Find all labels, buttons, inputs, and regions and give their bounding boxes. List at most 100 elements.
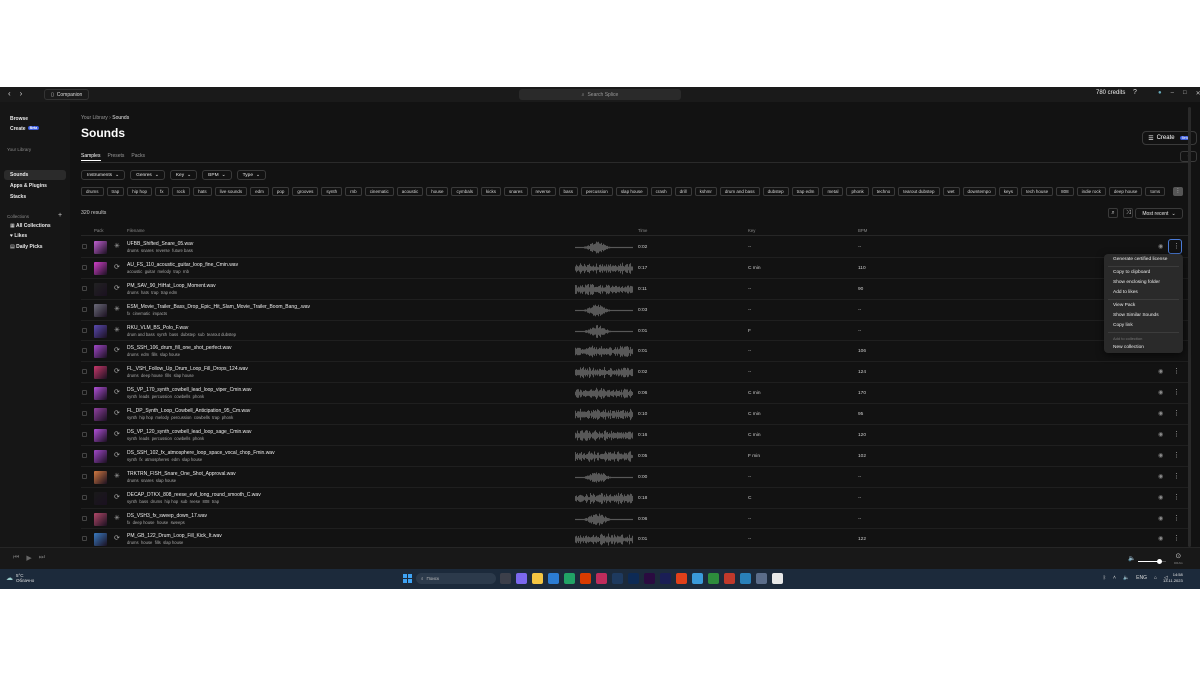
pack-artwork[interactable]	[94, 303, 107, 317]
sound-tag[interactable]: drums	[127, 352, 139, 357]
tag-chip[interactable]: snares	[504, 187, 528, 196]
sound-tag[interactable]: house	[157, 520, 168, 525]
app-icon[interactable]	[708, 573, 719, 584]
tag-chip[interactable]: trap	[106, 187, 125, 196]
tag-chip[interactable]: keys	[998, 187, 1019, 196]
tag-chip[interactable]: techno	[871, 187, 896, 196]
row-checkbox[interactable]	[82, 452, 87, 458]
waveform[interactable]	[575, 450, 633, 463]
sound-tag[interactable]: fx	[127, 520, 130, 525]
taskbar-search[interactable]: ⌕ Поиск	[416, 573, 496, 584]
sound-filename[interactable]: DS_VP_170_synth_cowbell_lead_loop_viper_…	[127, 387, 252, 393]
tab-presets[interactable]: Presets	[107, 153, 124, 159]
pack-artwork[interactable]	[94, 491, 107, 505]
sound-tag[interactable]: melody	[158, 269, 172, 274]
sound-filename[interactable]: DECAP_DTKX_808_reese_evil_long_round_smo…	[127, 492, 261, 498]
sound-tag[interactable]: snares	[141, 478, 154, 483]
table-row[interactable]: ✳ TRKTRN_FISH_Snare_One_Shot_Approval.wav…	[81, 467, 1189, 488]
clock[interactable]: 14:58 13.11.2023	[1163, 572, 1183, 584]
chevron-up-icon[interactable]: ˄	[1113, 575, 1116, 581]
table-row[interactable]: ⟳ DS_VP_170_synth_cowbell_lead_loop_viper…	[81, 383, 1189, 405]
more-options-icon[interactable]: ⋮	[1173, 494, 1180, 501]
add-collection-icon[interactable]: +	[58, 212, 62, 219]
sound-tag[interactable]: hip hop	[165, 499, 179, 504]
tag-chip[interactable]: acoustic	[396, 187, 424, 196]
forward-arrow-icon[interactable]: ›	[20, 90, 23, 98]
sound-filename[interactable]: UFBB_Shifted_Snare_05.wav	[127, 241, 193, 247]
sound-tag[interactable]: trap	[151, 290, 158, 295]
tag-chip[interactable]: drums	[81, 187, 104, 196]
sound-tag[interactable]: leads	[139, 394, 149, 399]
shuffle-icon[interactable]: ⤨	[1123, 208, 1133, 218]
sound-tag[interactable]: drums	[127, 540, 139, 545]
tag-chip[interactable]: tech house	[1021, 187, 1054, 196]
sound-tag[interactable]: slap house	[156, 478, 176, 483]
verified-icon[interactable]: ◉	[1158, 432, 1163, 438]
lightroom-icon[interactable]	[612, 573, 623, 584]
sound-tag[interactable]: synth	[127, 415, 137, 420]
volume-slider[interactable]	[1138, 559, 1166, 564]
waveform[interactable]	[575, 408, 633, 421]
sound-filename[interactable]: PM_GB_122_Drum_Loop_Fill_Kick_It.wav	[127, 533, 222, 539]
sidebar-item-likes[interactable]: ♥ Likes	[10, 233, 27, 239]
previous-icon[interactable]: ⏮	[13, 554, 19, 562]
splice-icon[interactable]	[772, 573, 783, 584]
tag-chip[interactable]: cinematic	[364, 187, 394, 196]
sound-filename[interactable]: DS_SSH_106_drum_fill_one_shot_perfect.wa…	[127, 345, 232, 351]
app-icon[interactable]	[756, 573, 767, 584]
sound-filename[interactable]: DS_VP_120_synth_cowbell_lead_loop_sage_C…	[127, 429, 252, 435]
volume-knob[interactable]	[1156, 559, 1162, 564]
pack-artwork[interactable]	[94, 261, 107, 275]
task-view-icon[interactable]	[500, 573, 511, 584]
row-checkbox[interactable]	[82, 536, 87, 542]
tag-chip[interactable]: live sounds	[214, 187, 248, 196]
waveform[interactable]	[575, 304, 633, 317]
sidebar-item-browse[interactable]: Browse	[10, 116, 28, 122]
sound-tag[interactable]: fills	[165, 373, 171, 378]
tag-chip[interactable]: drill	[674, 187, 692, 196]
sound-tag[interactable]: bass	[169, 332, 178, 337]
waveform[interactable]	[575, 513, 633, 526]
verified-icon[interactable]: ◉	[1158, 390, 1163, 396]
pack-artwork[interactable]	[94, 470, 107, 484]
sound-tag[interactable]: phonk	[193, 394, 204, 399]
photoshop-icon[interactable]	[628, 573, 639, 584]
row-checkbox[interactable]	[82, 285, 87, 291]
tag-chip[interactable]: wet	[942, 187, 960, 196]
more-options-icon[interactable]: ⋮	[1173, 410, 1180, 417]
row-checkbox[interactable]	[82, 473, 87, 479]
sound-filename[interactable]: AU_FS_110_acoustic_guitar_loop_fine_Cmin…	[127, 262, 238, 268]
sound-tag[interactable]: fx	[127, 311, 130, 316]
menu-show-folder[interactable]: Show enclosing folder	[1113, 280, 1160, 285]
menu-similar-sounds[interactable]: Show Similar Sounds	[1113, 313, 1159, 318]
row-checkbox[interactable]	[82, 348, 87, 354]
chat-app-icon[interactable]	[516, 573, 527, 584]
sound-tag[interactable]: phonk	[222, 415, 233, 420]
tag-chip[interactable]: metal	[822, 187, 844, 196]
sound-filename[interactable]: PM_SAV_90_HiHat_Loop_Moment.wav	[127, 283, 216, 289]
sidebar-item-all-collections[interactable]: ▦ All Collections	[10, 223, 51, 229]
sound-tag[interactable]: slap house	[163, 540, 183, 545]
avatar[interactable]: ●	[1158, 90, 1162, 97]
table-row[interactable]: ✳ ESM_Movie_Trailer_Bass_Drop_Epic_Hit_Sl…	[81, 300, 1189, 321]
sound-tag[interactable]: fx	[139, 457, 142, 462]
tag-chip[interactable]: hats	[193, 187, 212, 196]
tag-chip[interactable]: kicks	[481, 187, 501, 196]
sound-tag[interactable]: synth	[127, 457, 137, 462]
start-icon[interactable]	[403, 574, 412, 583]
menu-add-likes[interactable]: Add to likes	[1113, 290, 1138, 295]
sound-tag[interactable]: tearout dubstep	[207, 332, 236, 337]
filter-instruments[interactable]: Instruments ⌄	[81, 170, 126, 180]
volume-icon[interactable]: 🔈	[1128, 555, 1135, 562]
search-icon[interactable]: ⌕	[1108, 208, 1118, 218]
more-tags-icon[interactable]: ⋮	[1173, 187, 1183, 196]
pack-artwork[interactable]	[94, 408, 107, 422]
sound-tag[interactable]: deep house	[141, 373, 163, 378]
sound-tag[interactable]: slap house	[174, 373, 194, 378]
more-options-icon[interactable]: ⋮	[1173, 515, 1180, 522]
tag-chip[interactable]: drum and bass	[719, 187, 760, 196]
menu-new-collection[interactable]: New collection	[1113, 345, 1144, 350]
store-icon[interactable]	[548, 573, 559, 584]
row-checkbox[interactable]	[82, 390, 87, 396]
filter-bpm[interactable]: BPM ⌄	[202, 170, 232, 180]
